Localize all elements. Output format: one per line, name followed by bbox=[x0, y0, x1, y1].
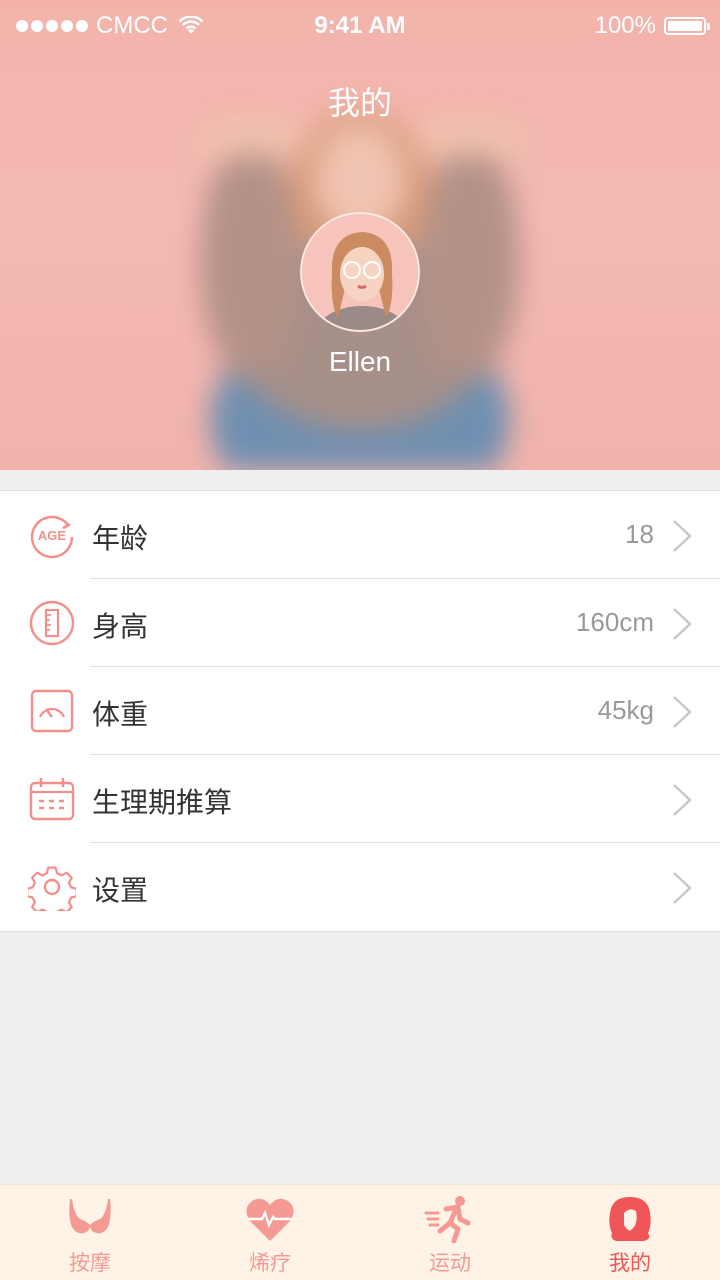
tab-mine[interactable]: 我的 bbox=[540, 1185, 720, 1280]
heartbeat-icon bbox=[246, 1198, 294, 1241]
tab-sport[interactable]: 运动 bbox=[360, 1185, 540, 1280]
chevron-right-icon bbox=[673, 520, 692, 552]
username: Ellen bbox=[328, 346, 392, 377]
battery-icon bbox=[664, 17, 710, 35]
girl-profile-icon bbox=[609, 1197, 651, 1241]
row-weight[interactable]: 体重 45kg bbox=[0, 667, 720, 755]
chevron-right-icon bbox=[673, 696, 692, 728]
running-icon bbox=[424, 1196, 471, 1243]
row-age-label: 年龄 bbox=[92, 522, 149, 555]
row-weight-value: 45kg bbox=[597, 695, 654, 725]
row-weight-label: 体重 bbox=[92, 698, 149, 731]
gear-icon bbox=[28, 866, 76, 911]
chevron-right-icon bbox=[673, 608, 692, 640]
status-bar: CMCC 9:41 AM 100% bbox=[0, 0, 720, 52]
tab-therapy-label: 烯疗 bbox=[249, 1251, 291, 1275]
tab-sport-label: 运动 bbox=[429, 1251, 471, 1275]
row-height-label: 身高 bbox=[92, 610, 149, 643]
chevron-right-icon bbox=[673, 784, 692, 816]
page-title: 我的 bbox=[327, 84, 392, 122]
battery-status: 100% bbox=[594, 12, 710, 40]
row-period[interactable]: 生理期推算 bbox=[0, 755, 720, 843]
avatar[interactable] bbox=[300, 212, 420, 332]
bra-icon bbox=[69, 1199, 111, 1234]
tab-massage-label: 按摩 bbox=[69, 1251, 111, 1275]
row-age[interactable]: AGE 年龄 18 bbox=[0, 491, 720, 579]
row-height-value: 160cm bbox=[575, 607, 654, 637]
row-period-label: 生理期推算 bbox=[92, 786, 233, 819]
profile-list: AGE 年龄 18 身高 160cm 体重 45kg 生理期推算 设置 bbox=[0, 490, 720, 932]
row-age-value: 18 bbox=[625, 519, 654, 549]
chevron-right-icon bbox=[673, 872, 692, 904]
battery-percent: 100% bbox=[594, 12, 656, 39]
tab-mine-label: 我的 bbox=[609, 1251, 651, 1275]
row-settings-label: 设置 bbox=[92, 874, 149, 907]
tab-bar: 按摩 烯疗 运动 我的 bbox=[0, 1184, 720, 1280]
profile-header: CMCC 9:41 AM 100% 我的 Ellen bbox=[0, 0, 720, 470]
tab-therapy[interactable]: 烯疗 bbox=[180, 1185, 360, 1280]
age-icon: AGE bbox=[30, 515, 74, 559]
row-height[interactable]: 身高 160cm bbox=[0, 579, 720, 667]
tab-massage[interactable]: 按摩 bbox=[0, 1185, 180, 1280]
ruler-icon bbox=[29, 600, 75, 646]
scale-icon bbox=[30, 689, 74, 733]
calendar-icon bbox=[29, 778, 75, 821]
row-settings[interactable]: 设置 bbox=[0, 843, 720, 931]
svg-text:AGE: AGE bbox=[38, 528, 67, 543]
avatar-portrait bbox=[302, 214, 418, 330]
